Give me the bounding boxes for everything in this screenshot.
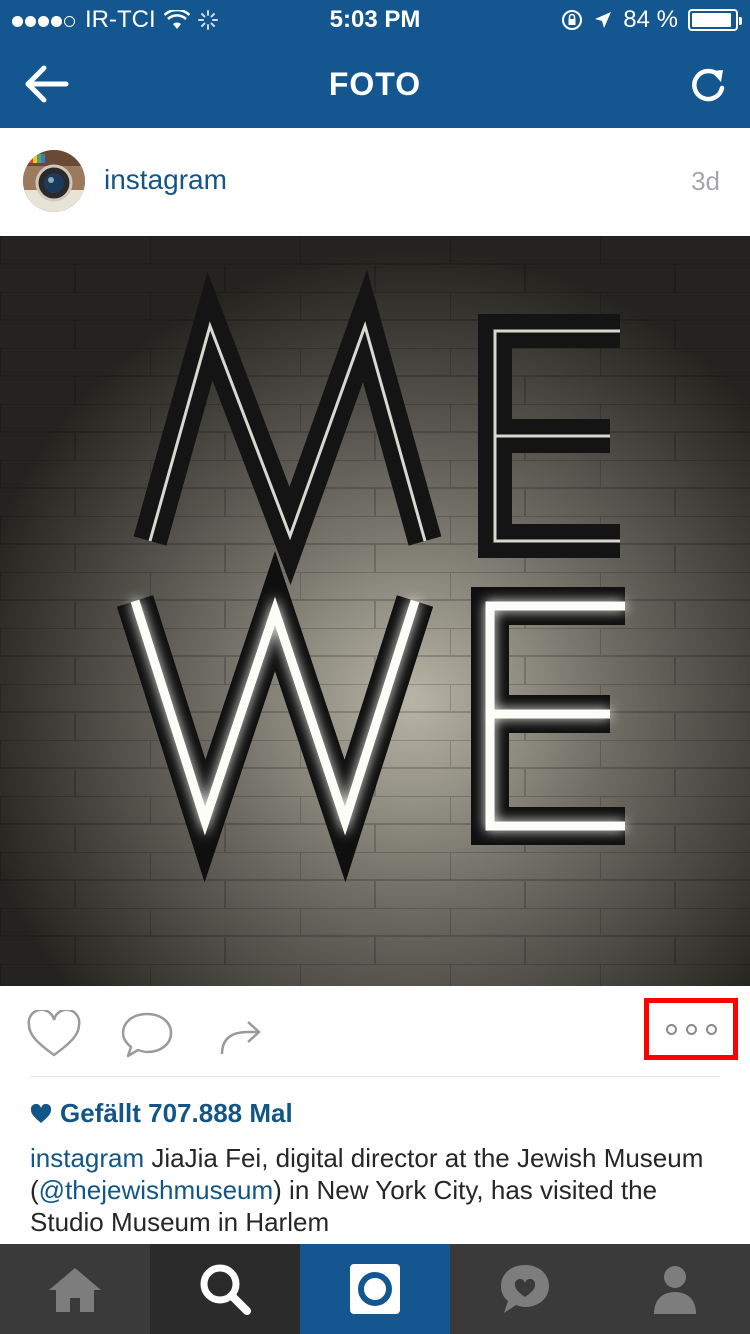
profile-icon	[654, 1266, 696, 1314]
status-bar: IR-TCI 5:03 PM 84 %	[0, 0, 750, 40]
more-dot-icon	[705, 1023, 717, 1035]
likes-text: Gefällt 707.888 Mal	[60, 1098, 293, 1128]
battery-icon	[688, 9, 742, 31]
heart-bubble-icon	[501, 1265, 549, 1313]
search-icon	[200, 1264, 251, 1315]
post-age: 3d	[691, 166, 720, 196]
tab-profile[interactable]	[600, 1244, 750, 1334]
post-username[interactable]: instagram	[104, 164, 227, 196]
post-caption: instagram JiaJia Fei, digital director a…	[30, 1142, 730, 1238]
tab-activity[interactable]	[450, 1244, 600, 1334]
divider	[30, 1076, 720, 1077]
comment-icon[interactable]	[120, 1010, 176, 1060]
more-dot-icon	[685, 1023, 697, 1035]
app-header: IR-TCI 5:03 PM 84 % FOTO	[0, 0, 750, 128]
caption-username[interactable]: instagram	[30, 1143, 144, 1173]
avatar[interactable]	[23, 150, 85, 212]
nav-bar: FOTO	[0, 40, 750, 128]
tab-camera[interactable]	[300, 1244, 450, 1334]
more-dot-icon	[665, 1023, 677, 1035]
home-icon	[49, 1268, 101, 1312]
post-actions	[0, 986, 750, 1078]
rotation-lock-icon	[562, 10, 583, 30]
tab-bar	[0, 1244, 750, 1334]
tab-home[interactable]	[0, 1244, 150, 1334]
likes-count[interactable]: Gefällt 707.888 Mal	[30, 1098, 293, 1129]
battery-percent: 84 %	[623, 6, 678, 33]
page-title: FOTO	[328, 66, 422, 102]
share-arrow-icon[interactable]	[214, 1010, 270, 1060]
instagram-logo-icon	[23, 150, 85, 212]
neon-sign-image	[0, 236, 750, 986]
refresh-icon[interactable]	[688, 62, 728, 106]
caption-mention-link[interactable]: @thejewishmuseum	[39, 1175, 273, 1205]
likes-heart-icon	[30, 1103, 52, 1123]
tab-search[interactable]	[150, 1244, 300, 1334]
battery-fill	[692, 13, 731, 27]
location-arrow-icon	[595, 12, 612, 28]
camera-icon	[350, 1264, 400, 1314]
post-photo[interactable]	[0, 236, 750, 986]
like-heart-icon[interactable]	[26, 1010, 82, 1060]
more-options-button[interactable]	[644, 998, 738, 1060]
post-header: instagram 3d	[0, 128, 750, 236]
